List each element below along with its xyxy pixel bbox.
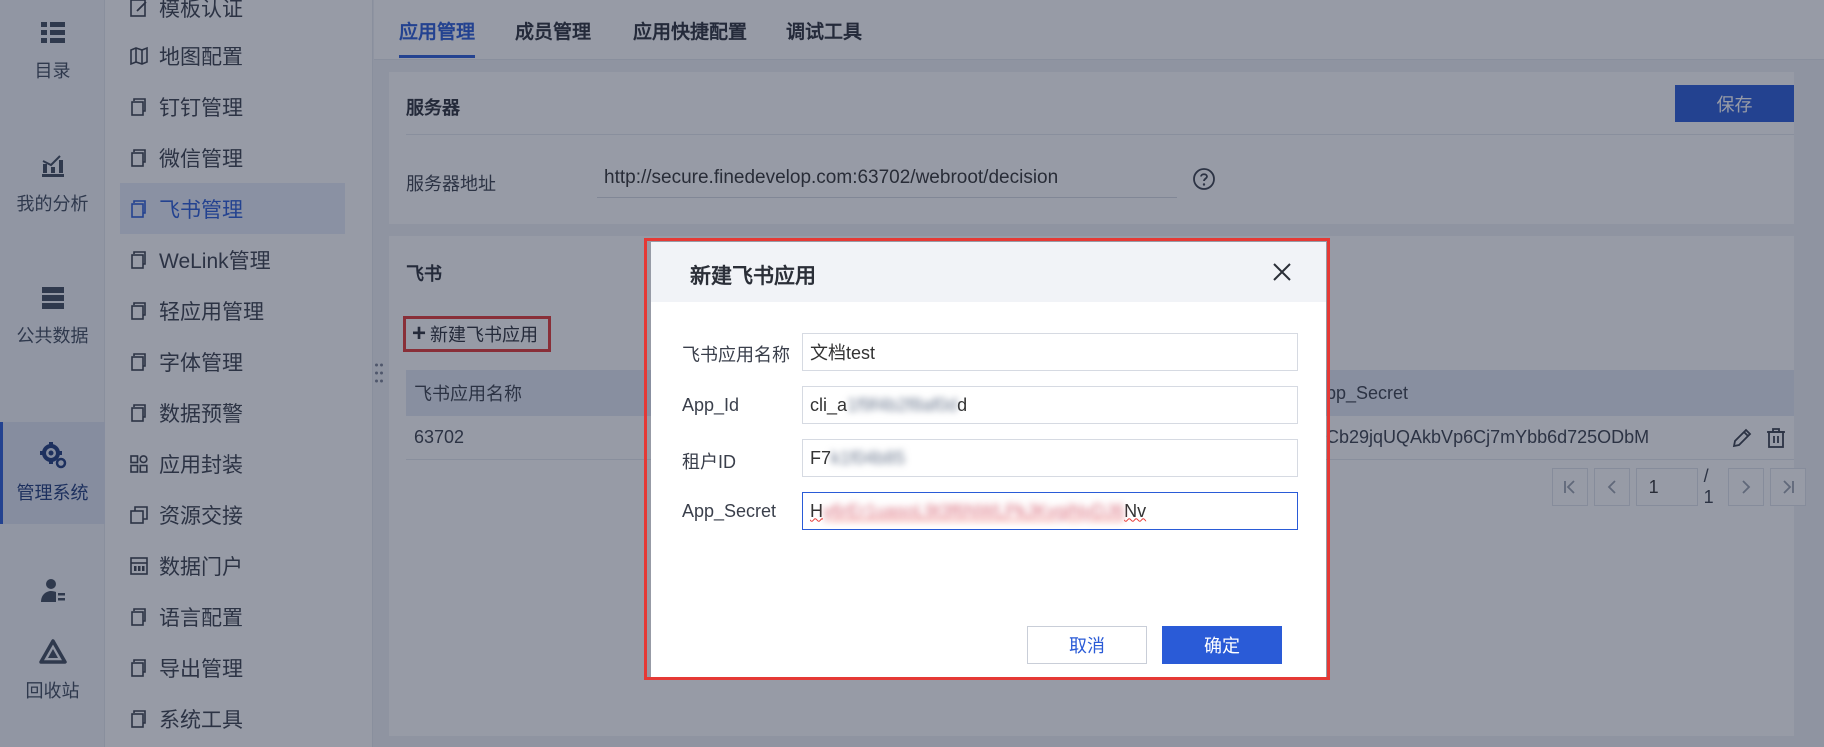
app-secret-value-blurred: y6rEr1uasoL9t3f6NWLPkJKvgiNyDJ6: [823, 500, 1125, 521]
tenant-id-value-prefix: F7: [810, 447, 832, 468]
tenant-id-value-blurred: k1f04b85: [831, 447, 906, 468]
close-icon[interactable]: [1270, 260, 1294, 284]
app-name-value: 文档test: [810, 343, 876, 363]
new-feishu-app-dialog: 新建飞书应用 飞书应用名称 文档test App_Id cli_a 1f9f4b2…: [651, 242, 1326, 677]
app-id-label: App_Id: [682, 395, 740, 415]
dialog-title: 新建飞书应用: [690, 265, 816, 288]
app-secret-value-prefix: H: [810, 500, 823, 521]
app-id-value-prefix: cli_a: [810, 394, 848, 415]
app-secret-input[interactable]: Hy6rEr1uasoL9t3f6NWLPkJKvgiNyDJ6 Nv: [802, 492, 1298, 530]
confirm-button[interactable]: 确定: [1162, 626, 1282, 664]
app-secret-label: App_Secret: [682, 501, 777, 521]
app-id-input[interactable]: cli_a 1f9f4b2f8af0d d: [802, 386, 1298, 424]
app-id-value-suffix: d: [957, 394, 968, 415]
tenant-id-label: 租户ID: [682, 452, 736, 472]
app-name-label: 飞书应用名称: [682, 345, 790, 365]
app-id-value-blurred: 1f9f4b2f8af0d: [847, 394, 958, 415]
dialog-header: 新建飞书应用: [651, 242, 1326, 302]
app-name-input[interactable]: 文档test: [802, 333, 1298, 371]
app-secret-value-suffix: Nv: [1124, 500, 1147, 521]
tenant-id-input[interactable]: F7 k1f04b85: [802, 439, 1298, 477]
cancel-button[interactable]: 取消: [1027, 626, 1147, 664]
